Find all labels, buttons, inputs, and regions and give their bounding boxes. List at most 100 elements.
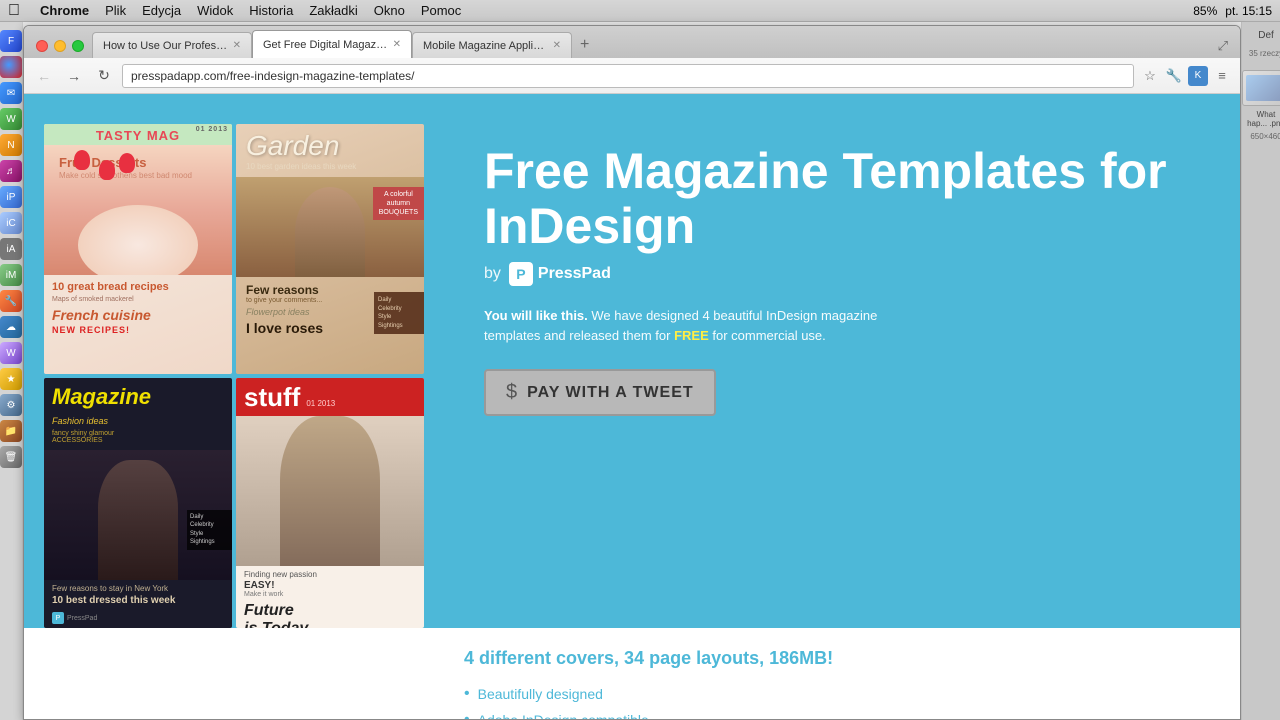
dock-app4[interactable]: iP: [0, 186, 22, 208]
window-controls: [28, 40, 92, 58]
feature-list: • Beautifully designed • Adobe InDesign …: [464, 685, 1210, 720]
dock-app10[interactable]: W: [0, 342, 22, 364]
stuff-cover: stuff 01 2013 Finding new passion EASY! …: [236, 378, 424, 628]
dock-app1[interactable]: W: [0, 108, 22, 130]
magazine-logo: P PressPad: [44, 610, 232, 626]
panel-label: Def: [1258, 30, 1274, 41]
presspad-logo: P PressPad: [509, 262, 611, 286]
site-hero: TASTY MAG 01 2013 Fruit Desserts Make co…: [24, 94, 1240, 628]
tab-bar: How to Use Our Professio... ✕ Get Free D…: [24, 26, 1240, 58]
maximize-button[interactable]: [72, 40, 84, 52]
dock-app7[interactable]: iM: [0, 264, 22, 286]
dock-app12[interactable]: ⚙: [0, 394, 22, 416]
nav-bar: ← → ↻ presspadapp.com/free-indesign-maga…: [24, 58, 1240, 94]
address-text: presspadapp.com/free-indesign-magazine-t…: [131, 69, 1125, 83]
menubar-right: 85% pt. 15:15: [1193, 4, 1272, 18]
panel-image-label: What hap... .png: [1242, 110, 1280, 128]
menu-zakladki[interactable]: Zakładki: [309, 3, 357, 18]
strawberry-2: [99, 160, 115, 180]
covers-section: TASTY MAG 01 2013 Fruit Desserts Make co…: [44, 124, 434, 628]
stuff-text: Finding new passion EASY! Make it work F…: [236, 566, 424, 628]
tab-3[interactable]: Mobile Magazine Applicati... ✕: [412, 32, 572, 58]
hero-title: Free Magazine Templates for InDesign: [484, 144, 1190, 254]
strawberry-1: [74, 150, 90, 170]
dock-app11[interactable]: ★: [0, 368, 22, 390]
tweet-button[interactable]: $ PAY WITH A TWEET: [484, 369, 716, 416]
dock-app13[interactable]: 📁: [0, 420, 22, 442]
fullscreen-icon[interactable]: ⤢: [1218, 38, 1228, 54]
hero-byline: by P PressPad: [484, 262, 1190, 286]
garden-cover: Garden 10 best garden ideas this week A …: [236, 124, 424, 374]
tab-1[interactable]: How to Use Our Professio... ✕: [92, 32, 252, 58]
tab-3-close[interactable]: ✕: [553, 40, 561, 51]
menubar:  Chrome Plik Edycja Widok Historia Zakł…: [0, 0, 1280, 22]
panel-image-thumbnail[interactable]: [1242, 70, 1280, 106]
close-button[interactable]: [36, 40, 48, 52]
address-bar[interactable]: presspadapp.com/free-indesign-magazine-t…: [122, 64, 1134, 88]
presspad-icon: P: [509, 262, 533, 286]
tasty-mag-image: Fruit Desserts Make cold smoothens best …: [44, 145, 232, 275]
menu-edycja[interactable]: Edycja: [142, 3, 181, 18]
dock-app9[interactable]: ☁: [0, 316, 22, 338]
panel-dimensions: 650×460: [1250, 132, 1280, 141]
stuff-header: stuff 01 2013: [236, 378, 424, 416]
dock-app5[interactable]: iC: [0, 212, 22, 234]
garden-tag: A colorful autumn BOUQUETS: [373, 187, 424, 220]
stuff-person: [280, 416, 380, 566]
battery-status: 85%: [1193, 4, 1217, 18]
dock-app6[interactable]: iA: [0, 238, 22, 260]
back-button[interactable]: ←: [32, 64, 56, 88]
magazine-sidebar: Daily Celebrity Style Sightings: [187, 510, 232, 550]
dock-app3[interactable]: ♬: [0, 160, 22, 182]
tools-icon[interactable]: 🔧: [1164, 66, 1184, 86]
identity-icon[interactable]: K: [1188, 66, 1208, 86]
bullet-1: •: [464, 685, 470, 703]
tab-1-close[interactable]: ✕: [233, 40, 241, 51]
hero-text-section: Free Magazine Templates for InDesign by …: [454, 124, 1220, 628]
dock-chrome[interactable]: [0, 56, 22, 78]
feature-1: • Beautifully designed: [464, 685, 1210, 703]
hero-description: You will like this. We have designed 4 b…: [484, 306, 904, 345]
dock-finder[interactable]: F: [0, 30, 22, 52]
thumbnail-image: [1246, 75, 1280, 101]
magazine-text: Few reasons to stay in New York 10 best …: [44, 580, 232, 610]
bowl-decoration: [78, 205, 198, 275]
white-section: 4 different covers, 34 page layouts, 186…: [24, 628, 1240, 720]
reload-button[interactable]: ↻: [92, 64, 116, 88]
stats-headline: 4 different covers, 34 page layouts, 186…: [464, 648, 1210, 669]
menu-widok[interactable]: Widok: [197, 3, 233, 18]
forward-button[interactable]: →: [62, 64, 86, 88]
garden-sidebar: Daily Celebrity Style Sightings: [374, 292, 424, 334]
menu-icon[interactable]: ≡: [1212, 66, 1232, 86]
minimize-button[interactable]: [54, 40, 66, 52]
garden-person: [295, 187, 365, 277]
tweet-button-label: PAY WITH A TWEET: [527, 384, 694, 402]
menu-historia[interactable]: Historia: [249, 3, 293, 18]
menu-okno[interactable]: Okno: [374, 3, 405, 18]
dock-app8[interactable]: 🔧: [0, 290, 22, 312]
dock-mail[interactable]: ✉: [0, 82, 22, 104]
apple-menu[interactable]: : [8, 2, 20, 20]
dollar-icon: $: [506, 381, 517, 404]
menu-plik[interactable]: Plik: [105, 3, 126, 18]
chrome-window: How to Use Our Professio... ✕ Get Free D…: [23, 25, 1241, 720]
garden-image: A colorful autumn BOUQUETS: [236, 177, 424, 277]
menu-pomoc[interactable]: Pomoc: [421, 3, 461, 18]
bullet-2: •: [464, 711, 470, 720]
tab-2[interactable]: Get Free Digital Magazine... ✕: [252, 30, 412, 58]
menu-chrome[interactable]: Chrome: [40, 3, 89, 18]
clock: pt. 15:15: [1225, 4, 1272, 18]
magazine-image: Daily Celebrity Style Sightings: [44, 450, 232, 580]
bookmark-icon[interactable]: ☆: [1140, 66, 1160, 86]
tabs-container: How to Use Our Professio... ✕ Get Free D…: [92, 30, 1218, 58]
dock-sidebar: F ✉ W N ♬ iP iC iA iM 🔧 ☁ W ★ ⚙ 📁 🗑: [0, 22, 23, 720]
tab-2-close[interactable]: ✕: [393, 39, 401, 50]
tab-1-title: How to Use Our Professio...: [103, 40, 229, 52]
page-content: TASTY MAG 01 2013 Fruit Desserts Make co…: [24, 94, 1240, 720]
new-tab-button[interactable]: +: [572, 36, 597, 58]
dock-app2[interactable]: N: [0, 134, 22, 156]
dock-trash[interactable]: 🗑: [0, 446, 22, 468]
strawberry-3: [119, 153, 135, 173]
tasty-mag-text: 10 great bread recipes Maps of smoked ma…: [44, 275, 232, 341]
by-label: by: [484, 265, 501, 283]
